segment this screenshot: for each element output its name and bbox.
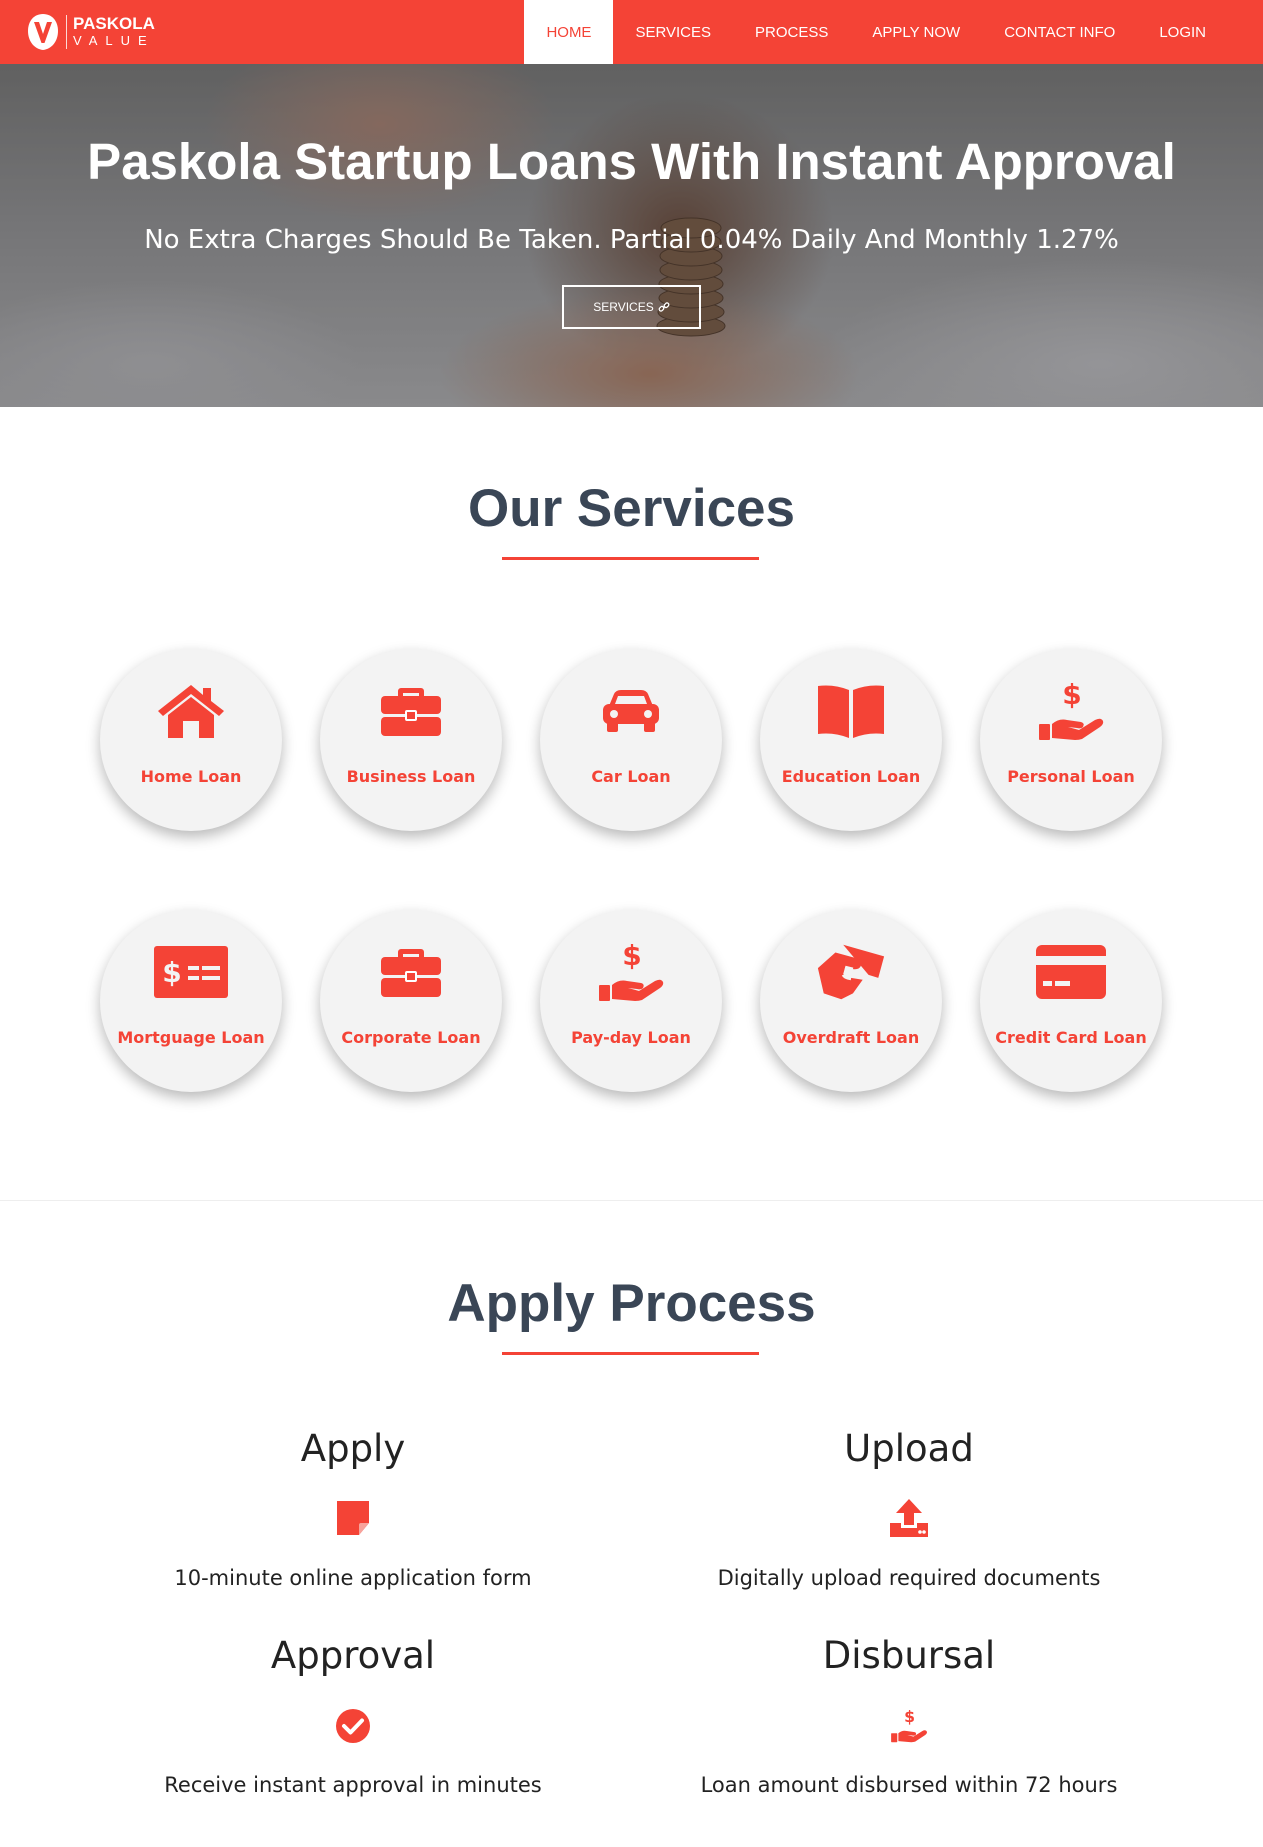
- brand-name: PASKOLA: [73, 14, 155, 33]
- process-title-underline: [502, 1352, 759, 1355]
- service-credit-card-loan[interactable]: Credit Card Loan: [980, 910, 1162, 1092]
- service-car-loan[interactable]: Car Loan: [540, 649, 722, 831]
- money-check-icon: $: [154, 940, 228, 1004]
- services-title-underline: [502, 557, 759, 560]
- hero-title: Paskola Startup Loans With Instant Appro…: [87, 133, 1176, 190]
- nav-apply-now[interactable]: APPLY NOW: [850, 0, 982, 64]
- service-overdraft-loan[interactable]: Overdraft Loan: [760, 910, 942, 1092]
- hero-services-button[interactable]: SERVICES: [562, 285, 701, 329]
- credit-card-icon: [1034, 940, 1108, 1004]
- svg-text:$: $: [622, 941, 641, 972]
- service-education-loan[interactable]: Education Loan: [760, 649, 942, 831]
- handshake-icon: [814, 940, 888, 1004]
- step-desc-approval: Receive instant approval in minutes: [164, 1773, 542, 1797]
- step-title-upload: Upload: [844, 1427, 974, 1470]
- hand-dollar-icon: $: [594, 940, 668, 1004]
- hero-subtitle: No Extra Charges Should Be Taken. Partia…: [144, 225, 1119, 255]
- hero-banner: Paskola Startup Loans With Instant Appro…: [0, 64, 1263, 407]
- check-circle-icon: [333, 1706, 373, 1746]
- nav-login[interactable]: LOGIN: [1137, 0, 1263, 64]
- brand-sub: VALUE: [73, 33, 155, 48]
- step-desc-disbursal: Loan amount disbursed within 72 hours: [700, 1773, 1118, 1797]
- brand-divider: [66, 15, 67, 49]
- briefcase-icon: [374, 679, 448, 743]
- service-label: Overdraft Loan: [782, 1028, 920, 1047]
- service-personal-loan[interactable]: $ Personal Loan: [980, 649, 1162, 831]
- step-title-apply: Apply: [300, 1427, 406, 1470]
- service-label: Car Loan: [591, 767, 671, 786]
- step-title-approval: Approval: [270, 1634, 436, 1677]
- step-title-disbursal: Disbursal: [822, 1634, 996, 1677]
- logo-icon: [28, 14, 58, 50]
- section-divider: [0, 1200, 1263, 1201]
- service-corporate-loan[interactable]: Corporate Loan: [320, 910, 502, 1092]
- process-title: Apply Process: [447, 1274, 816, 1333]
- nav-services[interactable]: SERVICES: [613, 0, 733, 64]
- nav-contact-info[interactable]: CONTACT INFO: [982, 0, 1137, 64]
- hand-dollar-icon: $: [889, 1706, 929, 1746]
- book-icon: [814, 679, 888, 743]
- main-nav: HOME SERVICES PROCESS APPLY NOW CONTACT …: [524, 0, 1263, 64]
- svg-text:$: $: [904, 1708, 915, 1726]
- service-payday-loan[interactable]: $ Pay-day Loan: [540, 910, 722, 1092]
- svg-text:$: $: [162, 956, 181, 989]
- services-title: Our Services: [467, 479, 796, 538]
- service-label: Corporate Loan: [341, 1028, 481, 1047]
- service-label: Pay-day Loan: [571, 1028, 691, 1047]
- sticky-note-icon: [333, 1498, 373, 1538]
- service-label: Credit Card Loan: [995, 1028, 1147, 1047]
- step-desc-apply: 10-minute online application form: [174, 1566, 532, 1590]
- service-label: Business Loan: [346, 767, 476, 786]
- svg-text:$: $: [1062, 680, 1081, 711]
- service-home-loan[interactable]: Home Loan: [100, 649, 282, 831]
- navbar: PASKOLA VALUE HOME SERVICES PROCESS APPL…: [0, 0, 1263, 64]
- nav-process[interactable]: PROCESS: [733, 0, 850, 64]
- hero-services-button-label: SERVICES: [593, 300, 654, 314]
- link-icon: [658, 302, 670, 312]
- briefcase-icon: [374, 940, 448, 1004]
- service-label: Personal Loan: [1007, 767, 1135, 786]
- nav-home[interactable]: HOME: [524, 0, 614, 64]
- service-label: Education Loan: [781, 767, 921, 786]
- service-label: Mortguage Loan: [117, 1028, 265, 1047]
- brand-logo-link[interactable]: PASKOLA VALUE: [26, 12, 155, 52]
- step-desc-upload: Digitally upload required documents: [717, 1566, 1101, 1590]
- service-label: Home Loan: [140, 767, 242, 786]
- service-mortgage-loan[interactable]: $ Mortguage Loan: [100, 910, 282, 1092]
- hand-dollar-icon: $: [1034, 679, 1108, 743]
- service-business-loan[interactable]: Business Loan: [320, 649, 502, 831]
- car-icon: [594, 679, 668, 743]
- upload-icon: [889, 1498, 929, 1538]
- home-icon: [154, 679, 228, 743]
